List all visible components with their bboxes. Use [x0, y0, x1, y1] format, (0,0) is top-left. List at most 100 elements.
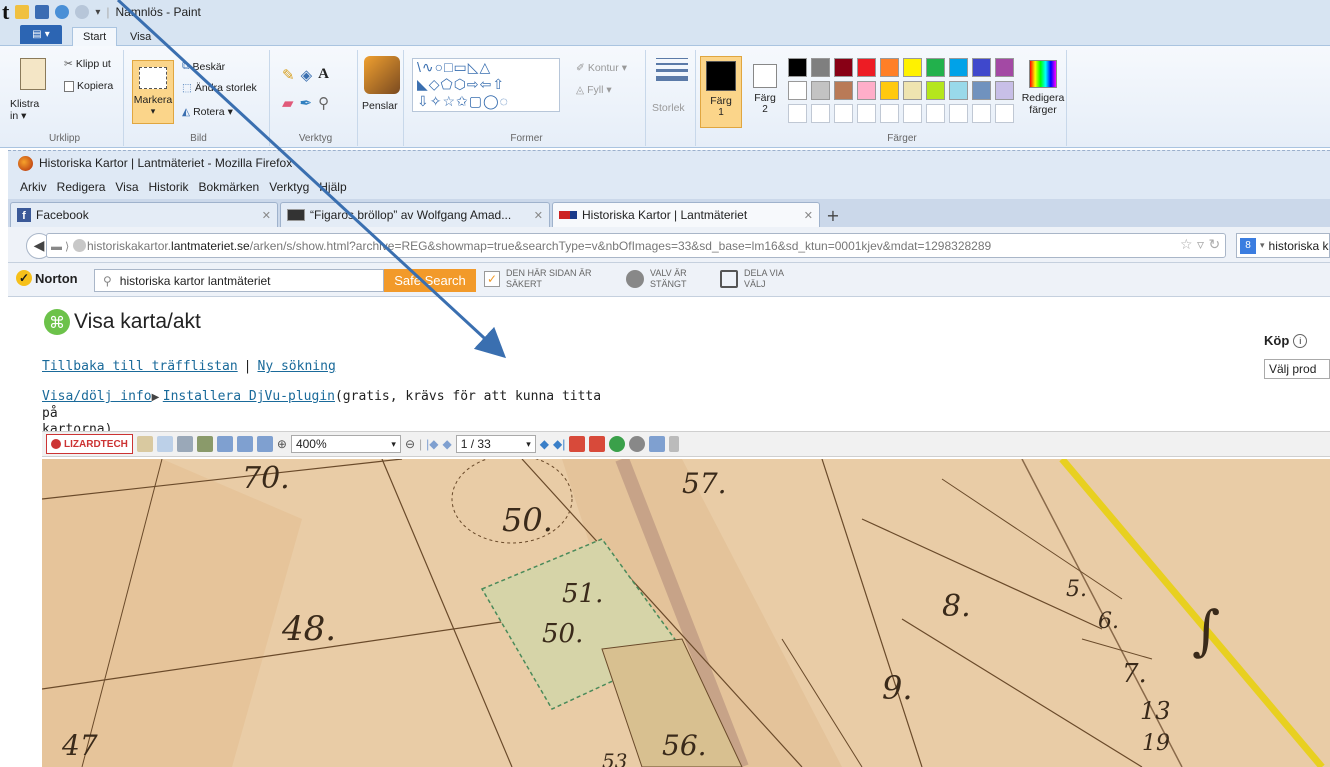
cut-button[interactable]: ✂ Klipp ut [64, 58, 111, 70]
palette-swatch[interactable] [995, 81, 1014, 100]
menu-arkiv[interactable]: Arkiv [20, 180, 47, 194]
text-tool-icon[interactable]: A [318, 66, 329, 84]
magnifier-icon[interactable]: ⚲ [318, 94, 329, 112]
eraser-icon[interactable]: ▰ [282, 94, 294, 112]
sidebar-icon[interactable] [669, 436, 680, 452]
tab-facebook[interactable]: f Facebook ✕ [10, 202, 278, 227]
pencil-icon[interactable]: ✎ [282, 66, 295, 84]
zoom-out-icon[interactable]: ⊖ [405, 437, 415, 451]
color1-button[interactable]: Färg 1 [700, 56, 742, 128]
rotate-button[interactable]: ◭ Rotera ▾ [182, 106, 233, 118]
menu-visa[interactable]: Visa [115, 180, 138, 194]
url-bar[interactable]: ▬ ⟩ historiskakartor. lantmateriet.se/ark… [46, 233, 1226, 258]
tab-start[interactable]: Start [72, 27, 118, 46]
palette-swatch[interactable] [788, 81, 807, 100]
install-djvu-link[interactable]: Installera DjVu-plugin [163, 389, 335, 404]
color2-button[interactable]: Färg 2 [746, 56, 784, 128]
redo-icon[interactable] [75, 5, 90, 19]
custom-color-slot[interactable] [903, 104, 922, 123]
menu-verktyg[interactable]: Verktyg [269, 180, 309, 194]
search-box[interactable]: 8 ▾ historiska k [1236, 233, 1330, 258]
close-tab-icon[interactable]: ✕ [534, 209, 543, 222]
forward-arrow-icon[interactable]: ▬ ⟩ [51, 240, 69, 253]
custom-color-slot[interactable] [880, 104, 899, 123]
palette-swatch[interactable] [788, 58, 807, 77]
share-via[interactable]: DELA VIA VÄLJ [720, 268, 784, 290]
display-mode-icon[interactable] [649, 436, 666, 452]
custom-color-slot[interactable] [811, 104, 830, 123]
palette-swatch[interactable] [857, 58, 876, 77]
custom-color-slot[interactable] [834, 104, 853, 123]
tab-figaro[interactable]: “Figaros bröllop” av Wolfgang Amad... ✕ [280, 202, 550, 227]
tab-historiska-kartor[interactable]: Historiska Kartor | Lantmäteriet ✕ [552, 202, 820, 227]
close-tab-icon[interactable]: ✕ [262, 209, 271, 222]
palette-swatch[interactable] [972, 81, 991, 100]
color-picker-icon[interactable]: ✒ [300, 94, 313, 112]
custom-color-slot[interactable] [995, 104, 1014, 123]
product-select[interactable]: Välj prod [1264, 359, 1330, 379]
historical-map-view[interactable]: 70. 50. 57. 48. 51. 50. 8. 9. 5. 6. 7. 1… [42, 459, 1330, 767]
palette-swatch[interactable] [834, 81, 853, 100]
custom-color-slot[interactable] [857, 104, 876, 123]
palette-swatch[interactable] [995, 58, 1014, 77]
previous-page-icon[interactable]: ◆ [443, 437, 452, 451]
chevron-down-icon[interactable]: ▾ [1260, 240, 1265, 251]
zoom-select[interactable]: 400% ▾ [290, 435, 401, 453]
custom-color-slot[interactable] [972, 104, 991, 123]
fill-button[interactable]: ◬ Fyll ▾ [576, 84, 612, 96]
palette-swatch[interactable] [811, 58, 830, 77]
palette-swatch[interactable] [880, 81, 899, 100]
palette-swatch[interactable] [857, 81, 876, 100]
resize-button[interactable]: ⬚ Ändra storlek [182, 82, 257, 94]
edit-colors-button[interactable]: Redigera färger [1020, 56, 1066, 128]
select-text-icon[interactable] [176, 436, 193, 452]
norton-search-input[interactable]: ⚲ historiska kartor lantmäteriet [94, 269, 384, 292]
continuous-layout-icon[interactable] [236, 436, 253, 452]
last-page-icon[interactable]: ◆| [553, 437, 565, 451]
menu-redigera[interactable]: Redigera [57, 180, 106, 194]
custom-color-slot[interactable] [949, 104, 968, 123]
outline-button[interactable]: ✐ Kontur ▾ [576, 62, 627, 74]
new-tab-button[interactable]: + [822, 204, 844, 226]
crop-button[interactable]: ⧉ Beskär [182, 60, 225, 73]
first-page-icon[interactable]: |◆ [426, 437, 438, 451]
info-icon[interactable]: i [1293, 333, 1308, 348]
hand-tool-icon[interactable] [136, 436, 153, 452]
norton-logo[interactable]: ✓ Norton [16, 270, 78, 286]
back-to-results-link[interactable]: Tillbaka till träfflistan [42, 359, 238, 374]
fill-bucket-icon[interactable]: ◈ [301, 66, 313, 84]
palette-swatch[interactable] [880, 58, 899, 77]
palette-swatch[interactable] [834, 58, 853, 77]
next-page-icon[interactable]: ◆ [540, 437, 549, 451]
page-layout-icon[interactable] [216, 436, 233, 452]
palette-swatch[interactable] [926, 81, 945, 100]
select-button[interactable]: Markera ▾ [132, 60, 174, 124]
undo-icon[interactable] [55, 5, 70, 19]
size-button[interactable]: Storlek [652, 102, 685, 114]
vault-status[interactable]: VALV ÄR STÄNGT [626, 268, 687, 290]
paste-button[interactable]: Klistra in ▾ [10, 98, 39, 122]
site-safe-status[interactable]: ✓ DEN HÄR SIDAN ÄR SÄKERT [484, 268, 592, 290]
menu-historik[interactable]: Historik [149, 180, 189, 194]
brushes-button[interactable]: Penslar [362, 100, 398, 112]
page-select[interactable]: 1 / 33 ▾ [455, 435, 536, 453]
palette-swatch[interactable] [903, 58, 922, 77]
copy-button[interactable]: Kopiera [64, 80, 113, 92]
save-icon[interactable] [35, 5, 50, 19]
forward-history-icon[interactable] [589, 436, 606, 452]
custom-color-slot[interactable] [926, 104, 945, 123]
customize-quick-access-icon[interactable]: ▾ [95, 7, 100, 18]
menu-bokmarken[interactable]: Bokmärken [199, 180, 260, 194]
zoom-tool-icon[interactable] [156, 436, 173, 452]
back-history-icon[interactable] [569, 436, 586, 452]
rotate-right-icon[interactable] [629, 436, 646, 452]
bookmark-star-icon[interactable]: ☆ ▿ ↻ [1180, 237, 1220, 253]
tab-visa[interactable]: Visa [120, 27, 161, 46]
rubberband-icon[interactable] [196, 436, 213, 452]
menu-hjalp[interactable]: Hjälp [319, 180, 346, 194]
shapes-gallery[interactable]: \∿○□▭◺△ ◣◇⬠⬡⇨⇦⇧ ⇩✧☆✩▢◯◌ [412, 58, 560, 112]
rotate-left-icon[interactable] [609, 436, 626, 452]
palette-swatch[interactable] [926, 58, 945, 77]
palette-swatch[interactable] [949, 81, 968, 100]
palette-swatch[interactable] [949, 58, 968, 77]
